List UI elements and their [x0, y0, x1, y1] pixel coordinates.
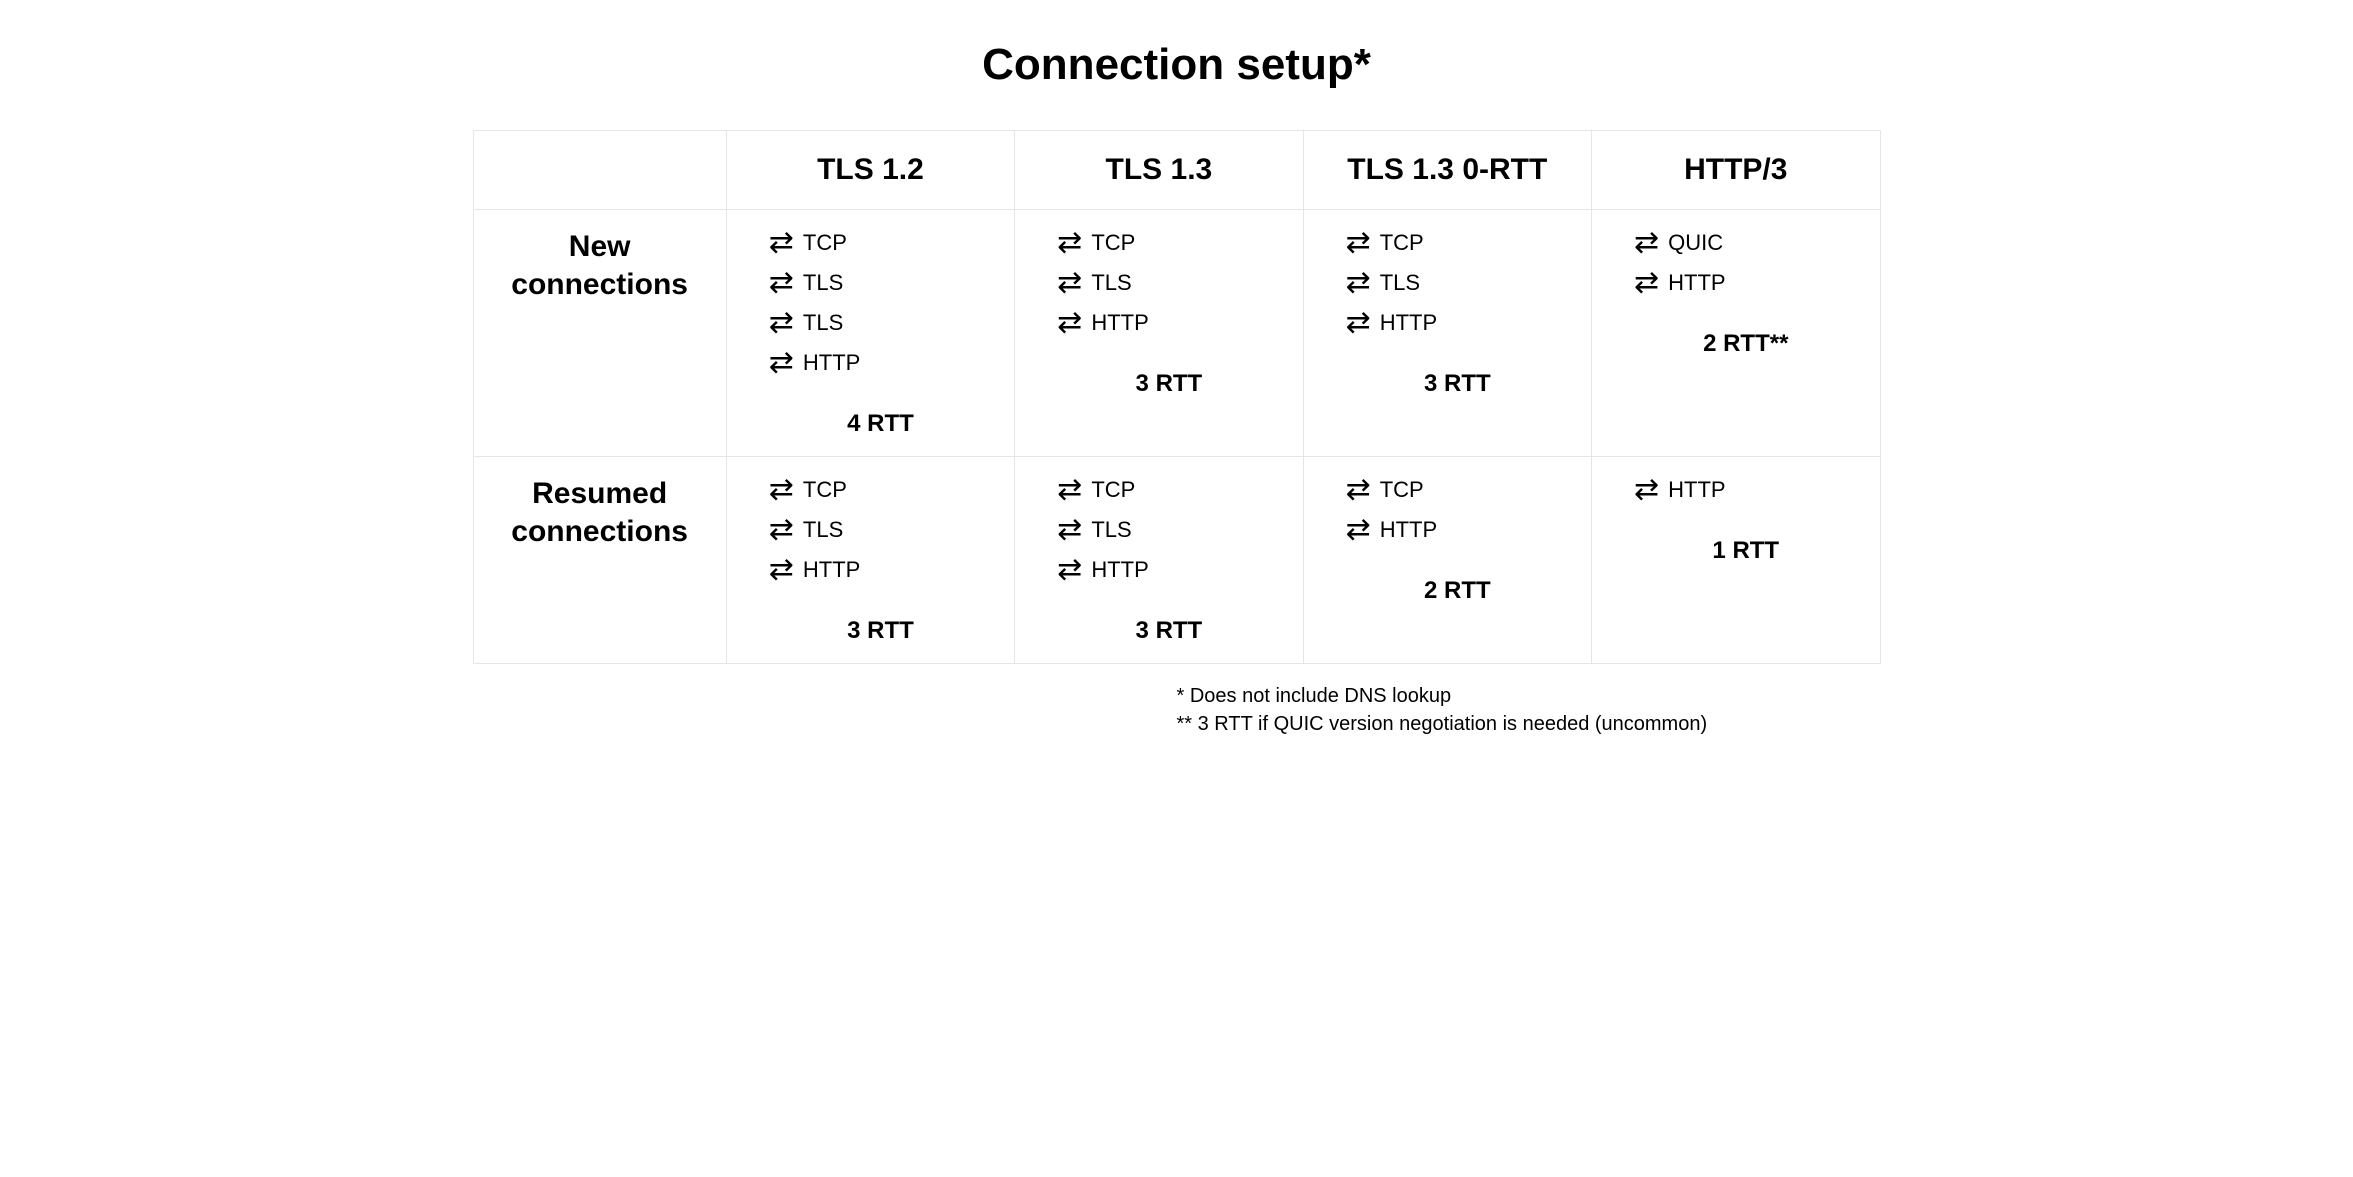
step-item: ⇄ HTTP — [1634, 475, 1726, 505]
step-label: HTTP — [1091, 310, 1148, 336]
header-empty — [473, 131, 726, 210]
step-label: HTTP — [1668, 270, 1725, 296]
bidirectional-arrows-icon: ⇄ — [769, 555, 793, 585]
bidirectional-arrows-icon: ⇄ — [1057, 475, 1081, 505]
bidirectional-arrows-icon: ⇄ — [1634, 228, 1658, 258]
step-label: TCP — [803, 477, 847, 503]
cell-resumed-http3: ⇄ HTTP 1 RTT — [1592, 457, 1880, 664]
bidirectional-arrows-icon: ⇄ — [769, 308, 793, 338]
connection-table: TLS 1.2 TLS 1.3 TLS 1.3 0-RTT HTTP/3 New… — [473, 130, 1881, 664]
step-item: ⇄ HTTP — [1634, 268, 1726, 298]
step-label: HTTP — [1380, 517, 1437, 543]
diagram-container: Connection setup* TLS 1.2 TLS 1.3 TLS 1.… — [377, 40, 1977, 738]
step-label: QUIC — [1668, 230, 1723, 256]
cell-resumed-tls12: ⇄ TCP ⇄ TLS ⇄ HTTP 3 RTT — [726, 457, 1014, 664]
step-label: HTTP — [1091, 557, 1148, 583]
bidirectional-arrows-icon: ⇄ — [1634, 475, 1658, 505]
row-new-connections: New connections ⇄ TCP ⇄ TLS ⇄ TLS ⇄ HTTP 4 R… — [473, 210, 1880, 457]
row-resumed-connections: Resumed connections ⇄ TCP ⇄ TLS ⇄ HTTP 3 RT… — [473, 457, 1880, 664]
bidirectional-arrows-icon: ⇄ — [1346, 308, 1370, 338]
rtt-value: 2 RTT** — [1634, 330, 1857, 358]
step-label: TLS — [1380, 270, 1420, 296]
bidirectional-arrows-icon: ⇄ — [1346, 515, 1370, 545]
step-item: ⇄ TLS — [769, 268, 844, 298]
step-label: HTTP — [803, 557, 860, 583]
step-item: ⇄ TCP — [1346, 475, 1424, 505]
step-item: ⇄ HTTP — [1346, 308, 1438, 338]
col-header-tls13: TLS 1.3 — [1015, 131, 1303, 210]
step-label: TCP — [1380, 477, 1424, 503]
row-label-resumed: Resumed connections — [473, 457, 726, 664]
step-label: TLS — [803, 270, 843, 296]
step-item: ⇄ QUIC — [1634, 228, 1723, 258]
col-header-tls12: TLS 1.2 — [726, 131, 1014, 210]
step-label: HTTP — [1380, 310, 1437, 336]
bidirectional-arrows-icon: ⇄ — [1057, 268, 1081, 298]
step-item: ⇄ TLS — [1346, 268, 1421, 298]
col-header-http3: HTTP/3 — [1592, 131, 1880, 210]
step-item: ⇄ TCP — [769, 228, 847, 258]
rtt-value: 3 RTT — [1057, 617, 1280, 645]
rtt-value: 3 RTT — [1057, 370, 1280, 398]
bidirectional-arrows-icon: ⇄ — [1057, 308, 1081, 338]
step-label: TCP — [1091, 477, 1135, 503]
step-label: TCP — [803, 230, 847, 256]
rtt-value: 4 RTT — [769, 410, 992, 438]
diagram-title: Connection setup* — [377, 40, 1977, 90]
bidirectional-arrows-icon: ⇄ — [769, 348, 793, 378]
cell-resumed-tls13-0rtt: ⇄ TCP ⇄ HTTP 2 RTT — [1303, 457, 1591, 664]
bidirectional-arrows-icon: ⇄ — [769, 228, 793, 258]
row-label-new: New connections — [473, 210, 726, 457]
footnote-1: * Does not include DNS lookup — [1177, 682, 1881, 710]
cell-resumed-tls13: ⇄ TCP ⇄ TLS ⇄ HTTP 3 RTT — [1015, 457, 1303, 664]
step-item: ⇄ HTTP — [1057, 555, 1149, 585]
col-header-tls13-0rtt: TLS 1.3 0-RTT — [1303, 131, 1591, 210]
rtt-value: 3 RTT — [1346, 370, 1569, 398]
bidirectional-arrows-icon: ⇄ — [1057, 515, 1081, 545]
bidirectional-arrows-icon: ⇄ — [1346, 268, 1370, 298]
step-label: TCP — [1091, 230, 1135, 256]
step-item: ⇄ TCP — [1057, 228, 1135, 258]
rtt-value: 1 RTT — [1634, 537, 1857, 565]
bidirectional-arrows-icon: ⇄ — [1346, 228, 1370, 258]
cell-new-tls12: ⇄ TCP ⇄ TLS ⇄ TLS ⇄ HTTP 4 RTT — [726, 210, 1014, 457]
bidirectional-arrows-icon: ⇄ — [769, 515, 793, 545]
step-label: HTTP — [803, 350, 860, 376]
bidirectional-arrows-icon: ⇄ — [1634, 268, 1658, 298]
step-item: ⇄ TCP — [769, 475, 847, 505]
step-item: ⇄ TCP — [1346, 228, 1424, 258]
bidirectional-arrows-icon: ⇄ — [1346, 475, 1370, 505]
rtt-value: 3 RTT — [769, 617, 992, 645]
step-item: ⇄ HTTP — [769, 555, 861, 585]
step-label: TLS — [803, 517, 843, 543]
bidirectional-arrows-icon: ⇄ — [769, 475, 793, 505]
step-item: ⇄ HTTP — [1057, 308, 1149, 338]
step-item: ⇄ TLS — [1057, 515, 1132, 545]
step-label: TCP — [1380, 230, 1424, 256]
step-item: ⇄ TLS — [769, 308, 844, 338]
step-item: ⇄ HTTP — [1346, 515, 1438, 545]
bidirectional-arrows-icon: ⇄ — [769, 268, 793, 298]
step-item: ⇄ HTTP — [769, 348, 861, 378]
bidirectional-arrows-icon: ⇄ — [1057, 555, 1081, 585]
step-item: ⇄ TLS — [769, 515, 844, 545]
step-item: ⇄ TLS — [1057, 268, 1132, 298]
rtt-value: 2 RTT — [1346, 577, 1569, 605]
step-label: TLS — [803, 310, 843, 336]
footnote-2: ** 3 RTT if QUIC version negotiation is … — [1177, 710, 1881, 738]
step-item: ⇄ TCP — [1057, 475, 1135, 505]
footnotes: * Does not include DNS lookup ** 3 RTT i… — [473, 682, 1881, 738]
cell-new-tls13-0rtt: ⇄ TCP ⇄ TLS ⇄ HTTP 3 RTT — [1303, 210, 1591, 457]
cell-new-http3: ⇄ QUIC ⇄ HTTP 2 RTT** — [1592, 210, 1880, 457]
step-label: TLS — [1091, 270, 1131, 296]
step-label: HTTP — [1668, 477, 1725, 503]
header-row: TLS 1.2 TLS 1.3 TLS 1.3 0-RTT HTTP/3 — [473, 131, 1880, 210]
step-label: TLS — [1091, 517, 1131, 543]
cell-new-tls13: ⇄ TCP ⇄ TLS ⇄ HTTP 3 RTT — [1015, 210, 1303, 457]
bidirectional-arrows-icon: ⇄ — [1057, 228, 1081, 258]
